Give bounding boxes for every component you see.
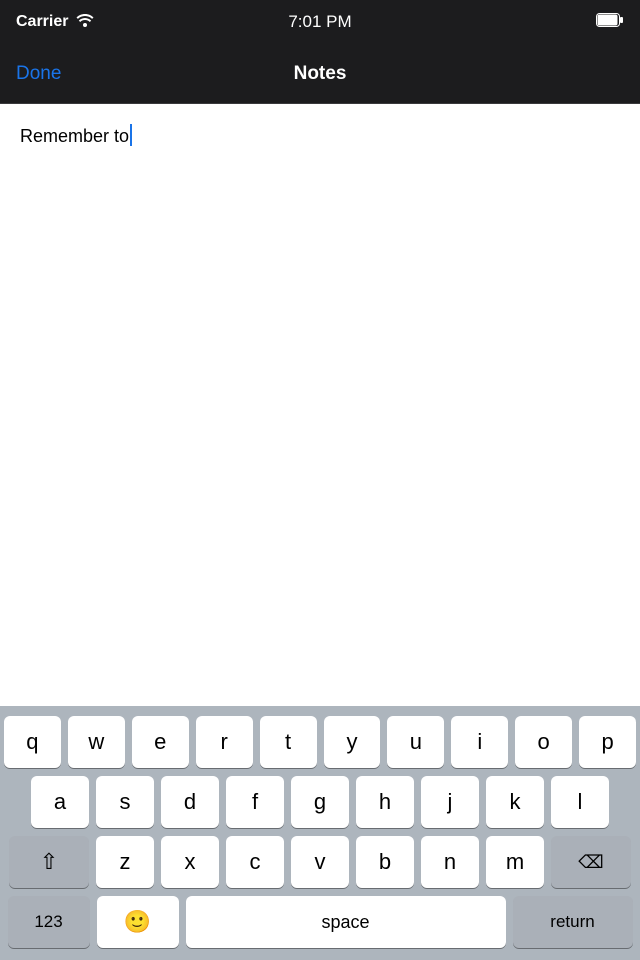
page-title: Notes	[294, 63, 347, 85]
status-right	[596, 13, 624, 32]
key-u[interactable]: u	[387, 716, 444, 768]
key-k[interactable]: k	[486, 776, 544, 828]
keyboard: q w e r t y u i o p a s d f g h j k l ⇧ …	[0, 706, 640, 960]
battery-icon	[596, 13, 624, 32]
return-key[interactable]: return	[513, 896, 633, 948]
key-h[interactable]: h	[356, 776, 414, 828]
key-d[interactable]: d	[161, 776, 219, 828]
backspace-key[interactable]: ⌫	[551, 836, 631, 888]
nav-bar: Done Notes	[0, 44, 640, 104]
numbers-key[interactable]: 123	[8, 896, 90, 948]
key-s[interactable]: s	[96, 776, 154, 828]
key-x[interactable]: x	[161, 836, 219, 888]
note-content: Remember to	[20, 126, 129, 146]
keyboard-row-2: a s d f g h j k l	[4, 776, 636, 828]
key-o[interactable]: o	[515, 716, 572, 768]
key-m[interactable]: m	[486, 836, 544, 888]
key-f[interactable]: f	[226, 776, 284, 828]
status-bar: Carrier 7:01 PM	[0, 0, 640, 44]
done-button[interactable]: Done	[16, 63, 61, 85]
key-l[interactable]: l	[551, 776, 609, 828]
keyboard-row-4: 123 🙂 space return	[4, 896, 636, 948]
key-n[interactable]: n	[421, 836, 479, 888]
key-e[interactable]: e	[132, 716, 189, 768]
key-q[interactable]: q	[4, 716, 61, 768]
keyboard-row-3: ⇧ z x c v b n m ⌫	[4, 836, 636, 888]
key-t[interactable]: t	[260, 716, 317, 768]
key-b[interactable]: b	[356, 836, 414, 888]
shift-key[interactable]: ⇧	[9, 836, 89, 888]
status-time: 7:01 PM	[288, 12, 351, 32]
wifi-icon	[76, 13, 94, 32]
key-c[interactable]: c	[226, 836, 284, 888]
key-i[interactable]: i	[451, 716, 508, 768]
key-r[interactable]: r	[196, 716, 253, 768]
key-p[interactable]: p	[579, 716, 636, 768]
key-z[interactable]: z	[96, 836, 154, 888]
key-v[interactable]: v	[291, 836, 349, 888]
status-left: Carrier	[16, 13, 94, 32]
text-cursor	[130, 124, 132, 146]
space-key[interactable]: space	[186, 896, 506, 948]
key-j[interactable]: j	[421, 776, 479, 828]
key-a[interactable]: a	[31, 776, 89, 828]
key-g[interactable]: g	[291, 776, 349, 828]
emoji-key[interactable]: 🙂	[97, 896, 179, 948]
note-area[interactable]: Remember to	[0, 104, 640, 582]
keyboard-row-1: q w e r t y u i o p	[4, 716, 636, 768]
key-y[interactable]: y	[324, 716, 381, 768]
key-w[interactable]: w	[68, 716, 125, 768]
carrier-label: Carrier	[16, 13, 68, 31]
